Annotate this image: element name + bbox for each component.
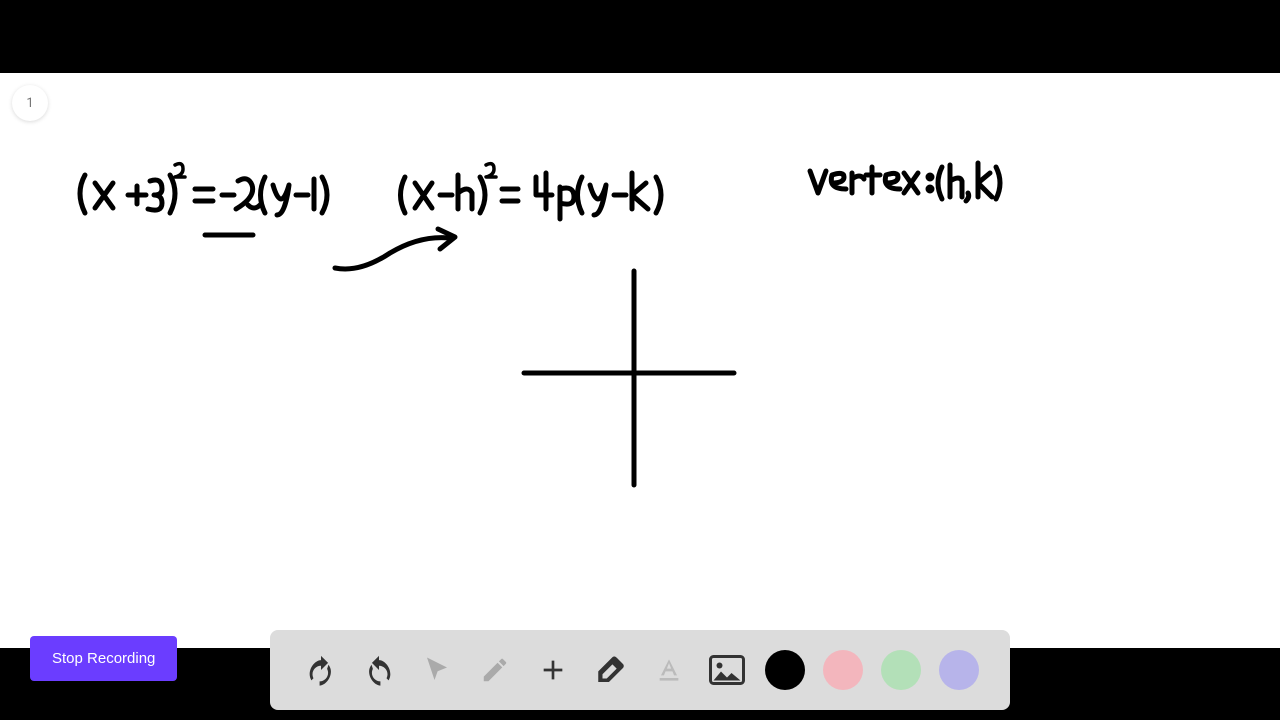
pointer-icon xyxy=(422,655,452,685)
pencil-icon xyxy=(480,655,510,685)
eraser-icon xyxy=(594,653,628,687)
text-tool[interactable] xyxy=(649,650,689,690)
redo-icon xyxy=(362,653,396,687)
equation-1 xyxy=(80,164,327,215)
eraser-tool[interactable] xyxy=(591,650,631,690)
pointer-tool[interactable] xyxy=(417,650,457,690)
plus-icon xyxy=(537,654,569,686)
stop-recording-button[interactable]: Stop Recording xyxy=(30,636,177,681)
color-pink[interactable] xyxy=(823,650,863,690)
undo-button[interactable] xyxy=(301,650,341,690)
color-green[interactable] xyxy=(881,650,921,690)
image-icon xyxy=(709,655,745,685)
add-tool[interactable] xyxy=(533,650,573,690)
whiteboard-canvas[interactable]: 1 xyxy=(0,73,1280,648)
pencil-tool[interactable] xyxy=(475,650,515,690)
color-purple[interactable] xyxy=(939,650,979,690)
equation-2 xyxy=(401,164,662,219)
image-tool[interactable] xyxy=(707,650,747,690)
redo-button[interactable] xyxy=(359,650,399,690)
undo-icon xyxy=(304,653,338,687)
axes-sketch xyxy=(524,271,734,485)
handwriting-layer xyxy=(0,73,1280,648)
text-icon xyxy=(653,654,685,686)
toolbar xyxy=(270,630,1010,710)
color-black[interactable] xyxy=(765,650,805,690)
arrow-annotation xyxy=(335,229,455,269)
vertex-label xyxy=(810,163,1000,201)
